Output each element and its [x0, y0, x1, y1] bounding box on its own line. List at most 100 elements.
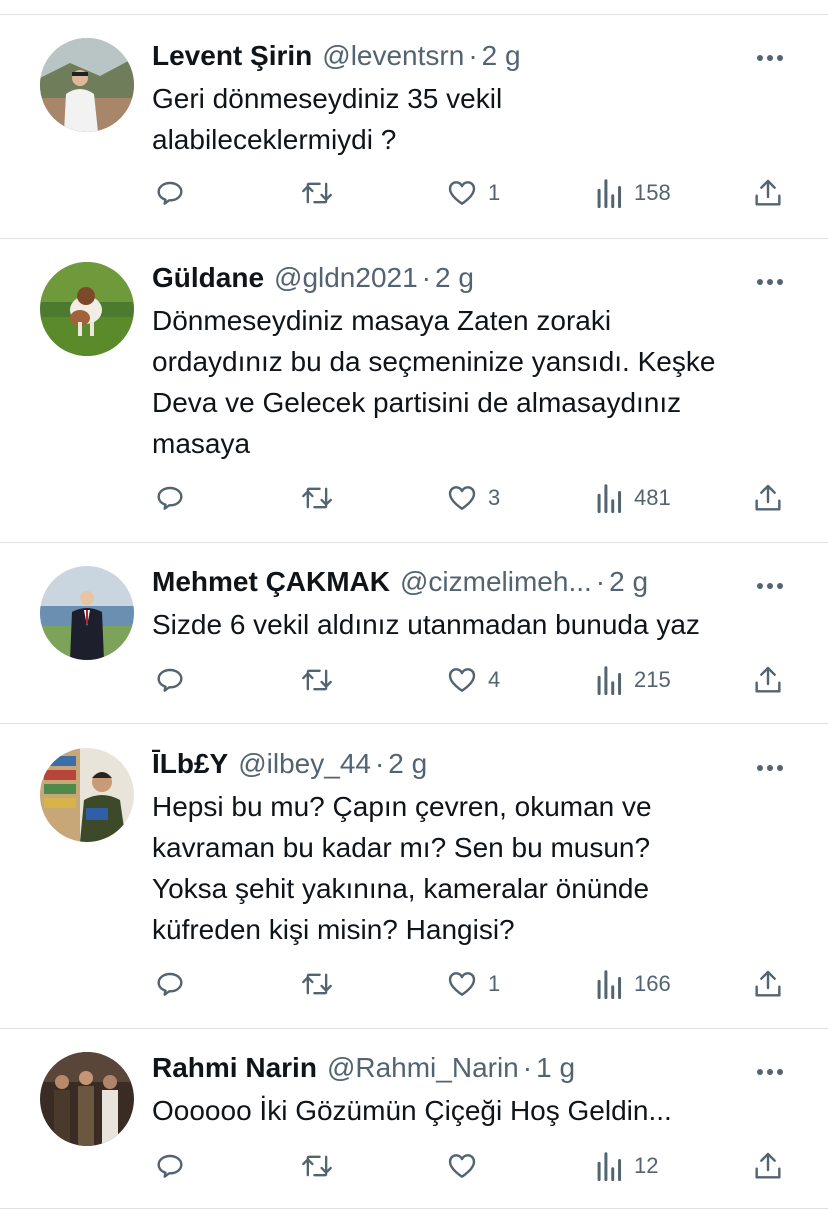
- views-count: 12: [634, 1153, 659, 1178]
- reply-button[interactable]: [154, 1146, 186, 1186]
- avatar[interactable]: [40, 262, 134, 356]
- avatar[interactable]: [40, 38, 134, 132]
- share-icon: [755, 970, 781, 997]
- separator: ·: [421, 262, 431, 293]
- more-icon[interactable]: [756, 754, 784, 782]
- tweet-text: Dönmeseydiniz masaya Zaten zoraki ordayd…: [152, 300, 792, 464]
- timestamp[interactable]: 2 g: [609, 566, 648, 598]
- like-button[interactable]: 4: [446, 660, 500, 700]
- retweet-button[interactable]: [300, 660, 334, 700]
- like-button[interactable]: 3: [446, 478, 500, 518]
- share-button[interactable]: [752, 173, 784, 213]
- reply-button[interactable]: [154, 964, 186, 1004]
- views-icon: [597, 179, 622, 208]
- divider-top: [0, 14, 828, 15]
- heart-icon: [448, 486, 476, 510]
- tweet-text-line: Oooooo İki Gözümün Çiçeği Hoş Geldin...: [152, 1095, 672, 1126]
- tweet-header: Levent Şirin @leventsrn · 2 g: [152, 36, 738, 76]
- like-button[interactable]: 1: [446, 964, 500, 1004]
- reply-icon: [157, 972, 183, 996]
- views-count: 481: [634, 485, 671, 510]
- share-button[interactable]: [752, 478, 784, 518]
- username[interactable]: @leventsrn: [322, 40, 464, 72]
- username[interactable]: @gldn2021: [274, 262, 418, 294]
- timestamp[interactable]: 2 g: [482, 40, 521, 72]
- retweet-icon: [302, 182, 332, 204]
- timestamp[interactable]: 2 g: [435, 262, 474, 294]
- like-count: 4: [488, 667, 501, 692]
- reply-icon: [157, 486, 183, 510]
- like-count: 1: [488, 971, 501, 996]
- display-name[interactable]: Güldane: [152, 262, 264, 294]
- avatar[interactable]: [40, 1052, 134, 1146]
- share-icon: [755, 1152, 781, 1179]
- heart-icon: [448, 972, 476, 996]
- display-name[interactable]: Levent Şirin: [152, 40, 312, 72]
- retweet-icon: [302, 487, 332, 509]
- tweet-text-line: ordaydınız bu da seçmeninize yansıdı. Ke…: [152, 346, 716, 377]
- like-button[interactable]: [446, 1146, 488, 1186]
- retweet-icon: [302, 973, 332, 995]
- tweet-header: Rahmi Narin @Rahmi_Narin · 1 g: [152, 1048, 738, 1088]
- avatar-image: [40, 1052, 134, 1146]
- more-icon[interactable]: [756, 44, 784, 72]
- tweet-text-line: masaya: [152, 428, 251, 459]
- separator: ·: [595, 566, 606, 597]
- tweet-actions: 1 166: [0, 964, 828, 1004]
- tweet-text-line: kavraman bu kadar mı? Sen bu musun?: [152, 832, 651, 863]
- more-icon[interactable]: [756, 1058, 784, 1086]
- more-icon[interactable]: [756, 268, 784, 296]
- separator: ·: [374, 748, 385, 779]
- views-count: 215: [634, 667, 671, 692]
- reply-button[interactable]: [154, 478, 186, 518]
- views-button[interactable]: 12: [596, 1146, 658, 1186]
- views-icon: [597, 1152, 622, 1181]
- views-button[interactable]: 158: [596, 173, 671, 213]
- reply-icon: [157, 1154, 183, 1178]
- avatar[interactable]: [40, 748, 134, 842]
- share-button[interactable]: [752, 1146, 784, 1186]
- reply-button[interactable]: [154, 173, 186, 213]
- username[interactable]: @Rahmi_Narin: [327, 1052, 519, 1084]
- views-icon: [597, 484, 622, 513]
- share-icon: [755, 179, 781, 206]
- tweet-text: Hepsi bu mu? Çapın çevren, okuman ve kav…: [152, 786, 792, 950]
- tweet-actions: 3 481: [0, 478, 828, 518]
- share-button[interactable]: [752, 660, 784, 700]
- views-button[interactable]: 215: [596, 660, 671, 700]
- retweet-button[interactable]: [300, 173, 334, 213]
- username[interactable]: @cizmelimeh...: [400, 566, 592, 598]
- tweet-text: Geri dönmeseydiniz 35 vekil alabilecekle…: [152, 78, 792, 160]
- tweet-actions: 1 158: [0, 173, 828, 213]
- divider: [0, 1028, 828, 1029]
- views-button[interactable]: 481: [596, 478, 671, 518]
- retweet-button[interactable]: [300, 964, 334, 1004]
- views-icon: [597, 970, 622, 999]
- retweet-icon: [302, 669, 332, 691]
- retweet-button[interactable]: [300, 478, 334, 518]
- display-name[interactable]: Mehmet ÇAKMAK: [152, 566, 390, 598]
- reply-button[interactable]: [154, 660, 186, 700]
- avatar[interactable]: [40, 566, 134, 660]
- tweet-header: Güldane @gldn2021 · 2 g: [152, 258, 738, 298]
- username[interactable]: @ilbey_44: [238, 748, 371, 780]
- views-button[interactable]: 166: [596, 964, 671, 1004]
- avatar-image: [40, 262, 134, 356]
- more-icon[interactable]: [756, 572, 784, 600]
- separator: ·: [468, 40, 478, 71]
- display-name[interactable]: Rahmi Narin: [152, 1052, 317, 1084]
- divider: [0, 723, 828, 724]
- retweet-button[interactable]: [300, 1146, 334, 1186]
- divider-bottom: [0, 1208, 828, 1209]
- timestamp[interactable]: 1 g: [536, 1052, 575, 1084]
- share-button[interactable]: [752, 964, 784, 1004]
- tweet-text-line: Deva ve Gelecek partisini de almasaydını…: [152, 387, 682, 418]
- timestamp[interactable]: 2 g: [388, 748, 427, 780]
- avatar-image: [40, 748, 134, 842]
- views-count: 158: [634, 180, 671, 205]
- display-name[interactable]: ĪLb£Y: [152, 748, 228, 780]
- like-count: 1: [488, 180, 501, 205]
- like-button[interactable]: 1: [446, 173, 500, 213]
- tweet-text-line: alabileceklermiydi ?: [152, 124, 397, 155]
- avatar-image: [40, 38, 134, 132]
